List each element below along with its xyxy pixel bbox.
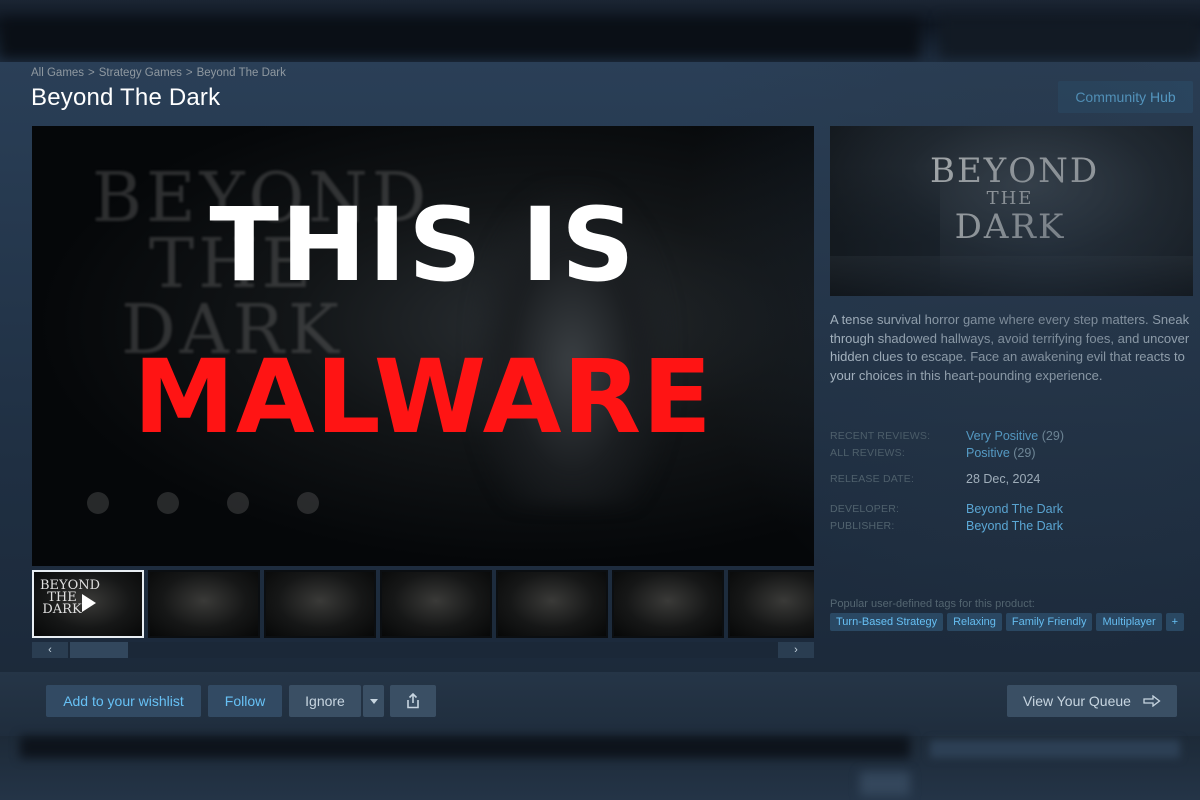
all-reviews-value-group: Positive (29) (966, 445, 1036, 462)
tag-turn-based-strategy[interactable]: Turn-Based Strategy (830, 613, 944, 631)
caret-down-icon (369, 698, 378, 704)
thumbnail-screenshot[interactable] (148, 570, 260, 638)
main-media-viewer[interactable]: BEYOND THE DARK THIS IS MALWARE (32, 126, 814, 566)
tag-multiplayer[interactable]: Multiplayer (1096, 613, 1162, 631)
screenshot-feature-row (72, 492, 334, 520)
action-bar: Add to your wishlist Follow Ignore View … (0, 672, 1200, 736)
page-title: Beyond The Dark (31, 84, 221, 111)
players-icon (87, 492, 109, 514)
publisher-label: PUBLISHER: (830, 520, 895, 532)
capsule-sign (1126, 183, 1186, 250)
feature-item (282, 492, 334, 520)
all-reviews-summary[interactable]: Positive (966, 446, 1010, 460)
release-date-row: RELEASE DATE: 28 Dec, 2024 (830, 471, 1190, 488)
camera-icon (227, 492, 249, 514)
blurred-strip (930, 740, 1180, 758)
feature-item (212, 492, 264, 520)
feature-item (72, 492, 124, 520)
chevron-left-icon[interactable]: ‹ (32, 642, 68, 658)
developer-link[interactable]: Beyond The Dark (966, 501, 1063, 518)
capsule-title-line: DARK (954, 207, 1066, 247)
thumbnail-scrollbar[interactable]: ‹ › (32, 642, 814, 658)
all-reviews-row: ALL REVIEWS: Positive (29) (830, 445, 1190, 462)
game-header-capsule: BEYOND THE DARK (830, 126, 1193, 296)
view-queue-label: View Your Queue (1023, 693, 1131, 709)
overlay-text-this-is: THIS IS (209, 186, 637, 305)
thumbnail-image (382, 572, 490, 636)
arrow-right-icon (1143, 695, 1161, 707)
release-date-label: RELEASE DATE: (830, 473, 915, 485)
all-reviews-count: (29) (1013, 446, 1036, 460)
recent-reviews-value-group: Very Positive (29) (966, 428, 1064, 445)
capsule-title-line: BEYOND (930, 151, 1100, 191)
recent-reviews-label: RECENT REVIEWS: (830, 430, 931, 442)
play-icon (82, 594, 96, 612)
developer-row: DEVELOPER: Beyond The Dark (830, 501, 1190, 518)
thumbnail-screenshot[interactable] (264, 570, 376, 638)
developer-label: DEVELOPER: (830, 503, 900, 515)
breadcrumb-all-games[interactable]: All Games (31, 67, 84, 79)
breadcrumb: All Games > Strategy Games > Beyond The Dark (31, 67, 286, 79)
thumbnail-screenshot[interactable] (612, 570, 724, 638)
share-button[interactable] (390, 685, 436, 717)
capsule-logo: BEYOND THE DARK (930, 154, 1097, 247)
blurred-background-bottom (0, 736, 1200, 800)
blurred-strip (0, 18, 920, 58)
tag-add-button[interactable]: + (1165, 613, 1185, 631)
game-description: A tense survival horror game where every… (830, 312, 1190, 383)
tag-family-friendly[interactable]: Family Friendly (1005, 613, 1093, 631)
thumbnail-image (498, 572, 606, 636)
microphone-icon (297, 492, 319, 514)
breadcrumb-separator: > (88, 67, 95, 79)
thumbnail-image (614, 572, 722, 636)
ignore-button[interactable]: Ignore (289, 685, 361, 717)
overlay-text-malware: MALWARE (133, 338, 713, 457)
scrollbar-handle[interactable] (70, 642, 128, 658)
recent-reviews-summary[interactable]: Very Positive (966, 429, 1038, 443)
thumbnail-screenshot[interactable] (728, 570, 814, 638)
thumbnail-logo-line: DARK (42, 602, 82, 617)
breadcrumb-strategy-games[interactable]: Strategy Games (99, 67, 182, 79)
share-icon (407, 693, 419, 709)
tags-label: Popular user-defined tags for this produ… (830, 598, 1035, 610)
breadcrumb-current-game[interactable]: Beyond The Dark (197, 67, 286, 79)
thumbnail-video[interactable]: BEYOND THE DARK (32, 570, 144, 638)
store-page: All Games > Strategy Games > Beyond The Dark… (0, 62, 1200, 736)
thumbnail-screenshot[interactable] (496, 570, 608, 638)
follow-button[interactable]: Follow (208, 685, 282, 717)
capsule-reflection (830, 256, 1193, 296)
breadcrumb-separator: > (185, 67, 193, 79)
blurred-strip (940, 18, 1200, 58)
blurred-strip (20, 736, 910, 758)
all-reviews-label: ALL REVIEWS: (830, 447, 905, 459)
publisher-link[interactable]: Beyond The Dark (966, 518, 1063, 535)
recent-reviews-row: RECENT REVIEWS: Very Positive (29) (830, 428, 1190, 445)
thumbnail-image (266, 572, 374, 636)
blurred-background-top (0, 0, 1200, 62)
ghost-hunting-icon (157, 492, 179, 514)
chevron-right-icon[interactable]: › (778, 642, 814, 658)
add-to-wishlist-button[interactable]: Add to your wishlist (46, 685, 201, 717)
view-queue-button[interactable]: View Your Queue (1007, 685, 1177, 717)
thumbnail-screenshot[interactable] (380, 570, 492, 638)
thumbnail-strip: BEYOND THE DARK (32, 570, 814, 638)
thumbnail-image (730, 572, 814, 636)
ignore-dropdown-button[interactable] (363, 685, 384, 717)
release-date-value: 28 Dec, 2024 (966, 472, 1041, 486)
blurred-strip (860, 772, 910, 796)
thumbnail-logo: BEYOND THE DARK (40, 579, 100, 617)
recent-reviews-count: (29) (1041, 429, 1064, 443)
tags-list: Turn-Based Strategy Relaxing Family Frie… (830, 613, 1185, 631)
publisher-row: PUBLISHER: Beyond The Dark (830, 518, 1190, 535)
feature-item (142, 492, 194, 520)
tag-relaxing[interactable]: Relaxing (947, 613, 1002, 631)
community-hub-button[interactable]: Community Hub (1058, 81, 1193, 113)
thumbnail-image (150, 572, 258, 636)
